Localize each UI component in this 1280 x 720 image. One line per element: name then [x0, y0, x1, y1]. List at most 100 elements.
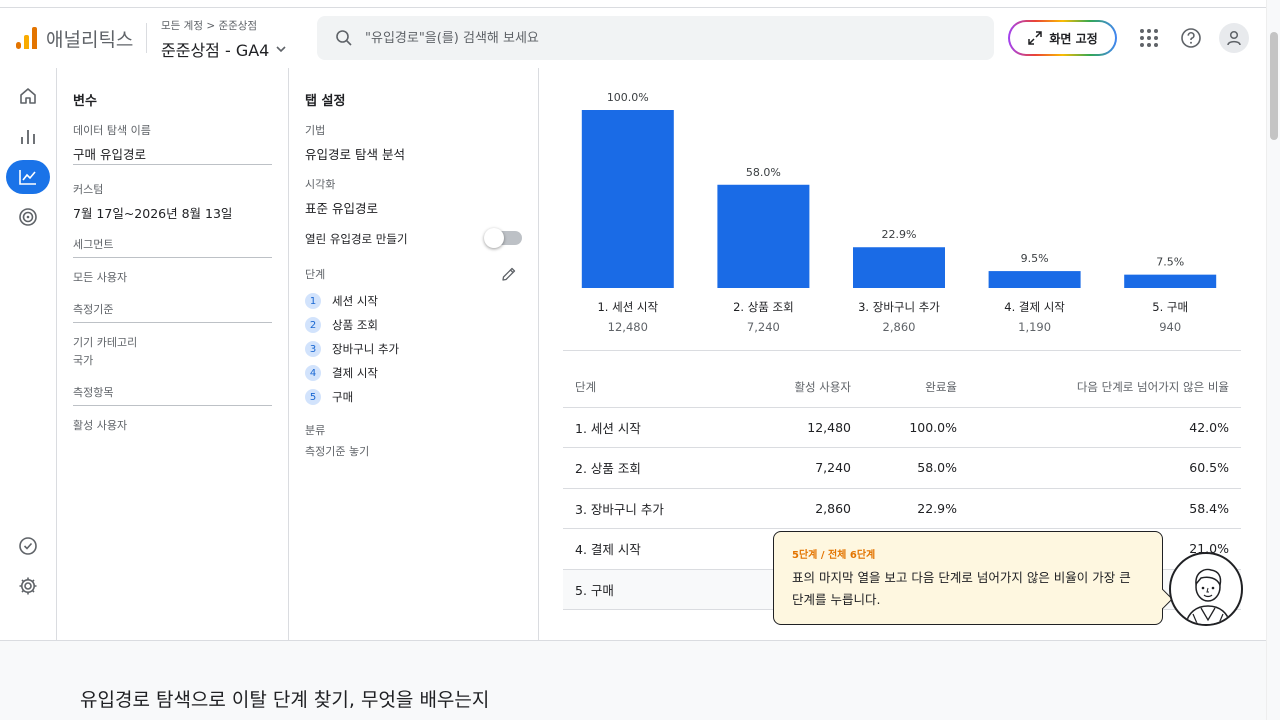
step-cell: 3. 장바구니 추가: [563, 488, 733, 529]
step-number: 4: [305, 365, 321, 381]
date-custom-label: 커스텀: [73, 183, 104, 196]
funnel-bar[interactable]: [717, 184, 810, 288]
table-row[interactable]: 2. 상품 조회 7,240 58.0% 60.5%: [563, 447, 1241, 489]
column-header[interactable]: 완료율: [863, 367, 969, 408]
technique-selector[interactable]: 유입경로 탐색 분석: [305, 144, 405, 163]
variables-panel: 변수 데이터 탐색 이름 구매 유입경로 커스텀 7월 17일~2026년 8월…: [57, 68, 289, 640]
bar-value-label: 9.5%: [1021, 252, 1049, 265]
category-label: 4. 결제 시작: [1004, 300, 1065, 314]
header-divider: [146, 23, 147, 53]
breakdown-dropzone[interactable]: 측정기준 놓기: [305, 443, 369, 459]
technique-label: 기법: [305, 124, 326, 137]
segments-heading: 세그먼트: [73, 238, 114, 251]
property-selector[interactable]: 준준상점 - GA4: [161, 37, 287, 61]
step-item[interactable]: 4 결제 시작: [305, 365, 378, 381]
step-label: 구매: [332, 390, 354, 404]
breakdown-label: 분류: [305, 424, 326, 437]
metric-item[interactable]: 활성 사용자: [73, 417, 127, 433]
bar-value-label: 100.0%: [607, 91, 649, 104]
help-icon[interactable]: [1179, 26, 1203, 50]
apps-icon[interactable]: [1137, 26, 1161, 50]
tutorial-tooltip: 5단계 / 전체 6단계 표의 마지막 열을 보고 다음 단계로 넘어가지 않은…: [773, 531, 1173, 625]
category-count: 940: [1159, 320, 1181, 334]
column-header[interactable]: 단계: [563, 367, 733, 408]
variables-title: 변수: [73, 94, 97, 109]
explore-icon: [19, 170, 36, 185]
step-label: 결제 시작: [332, 366, 378, 380]
step-number: 2: [305, 317, 321, 333]
tab-settings-panel: 탭 설정 기법 유입경로 탐색 분석 시각화 표준 유입경로 열린 유입경로 만…: [289, 68, 539, 640]
category-count: 1,190: [1018, 320, 1051, 334]
open-funnel-toggle[interactable]: [484, 228, 522, 248]
tutorial-message: 표의 마지막 열을 보고 다음 단계로 넘어가지 않은 비율이 가장 큰 단계를…: [792, 570, 1131, 607]
funnel-bar[interactable]: [853, 247, 945, 288]
search-bar[interactable]: [317, 16, 994, 60]
step-cell: 5. 구매: [563, 569, 733, 610]
step-item[interactable]: 3 장바구니 추가: [305, 341, 399, 357]
step-number: 5: [305, 389, 321, 405]
category-label: 5. 구매: [1152, 300, 1188, 314]
analytics-logo-icon[interactable]: [16, 27, 38, 49]
dimension-item[interactable]: 기기 카테고리: [73, 334, 137, 350]
category-count: 7,240: [747, 320, 780, 334]
users-cell: 12,480: [733, 407, 863, 448]
bar-value-label: 7.5%: [1156, 256, 1184, 269]
nav-home-button[interactable]: [6, 79, 50, 113]
category-count: 2,860: [883, 320, 916, 334]
step-item[interactable]: 2 상품 조회: [305, 317, 378, 333]
page-scrollbar[interactable]: [1266, 0, 1280, 720]
date-range-selector[interactable]: 7월 17일~2026년 8월 13일: [73, 203, 232, 222]
step-item[interactable]: 1 세션 시작: [305, 293, 378, 309]
abandon-cell: 58.4%: [969, 488, 1241, 529]
column-header[interactable]: 다음 단계로 넘어가지 않은 비율: [969, 367, 1241, 408]
step-cell: 4. 결제 시작: [563, 528, 733, 570]
divider: [73, 322, 272, 323]
breadcrumb[interactable]: 모든 계정 > 준준상점: [161, 18, 257, 33]
visualization-selector[interactable]: 표준 유입경로: [305, 198, 378, 217]
property-name: 준준상점 - GA4: [161, 41, 270, 60]
divider: [73, 405, 272, 406]
nav-reports-button[interactable]: [6, 120, 50, 154]
nav-settings-button[interactable]: [6, 569, 50, 603]
top-border: [0, 0, 1266, 8]
search-input[interactable]: [365, 26, 965, 50]
settings-icon: [19, 577, 37, 595]
table-row[interactable]: 3. 장바구니 추가 2,860 22.9% 58.4%: [563, 488, 1241, 529]
lesson-heading: 유입경로 탐색으로 이탈 단계 찾기, 무엇을 배우는지: [80, 689, 490, 711]
tab-settings-title: 탭 설정: [305, 94, 346, 109]
metrics-heading: 측정항목: [73, 386, 114, 399]
app-name[interactable]: 애널리틱스: [46, 25, 133, 52]
pin-screen-button[interactable]: 화면 고정: [1008, 20, 1117, 56]
step-label: 상품 조회: [332, 318, 378, 332]
nav-explore-button[interactable]: [6, 160, 50, 194]
account-icon[interactable]: [1219, 23, 1249, 53]
segment-item[interactable]: 모든 사용자: [73, 269, 127, 285]
insights-icon: [19, 537, 37, 555]
step-label: 장바구니 추가: [332, 342, 400, 356]
funnel-bar[interactable]: [1124, 274, 1217, 288]
divider: [73, 257, 272, 258]
completion-cell: 100.0%: [863, 407, 969, 448]
exploration-name-field[interactable]: 구매 유입경로: [73, 144, 146, 163]
column-header[interactable]: 활성 사용자: [733, 367, 863, 408]
users-cell: 2,860: [733, 488, 863, 529]
funnel-bar[interactable]: [988, 271, 1081, 288]
scrollbar-thumb[interactable]: [1270, 32, 1278, 140]
expand-icon: [1028, 31, 1043, 45]
nav-insights-button[interactable]: [6, 529, 50, 563]
bar-value-label: 22.9%: [882, 228, 917, 241]
tutorial-step-counter: 5단계 / 전체 6단계: [792, 550, 876, 561]
funnel-bar[interactable]: [581, 110, 674, 288]
step-cell: 2. 상품 조회: [563, 447, 733, 489]
visualization-label: 시각화: [305, 178, 336, 191]
dimensions-heading: 측정기준: [73, 303, 114, 316]
category-label: 3. 장바구니 추가: [858, 300, 940, 314]
app-header: 애널리틱스 모든 계정 > 준준상점 준준상점 - GA4 화면 고정: [0, 9, 1266, 67]
users-cell: 7,240: [733, 447, 863, 489]
abandon-cell: 42.0%: [969, 407, 1241, 448]
nav-advertising-button[interactable]: [6, 200, 50, 234]
dimension-item[interactable]: 국가: [73, 352, 93, 368]
table-row[interactable]: 1. 세션 시작 12,480 100.0% 42.0%: [563, 407, 1241, 448]
edit-steps-icon[interactable]: [501, 266, 517, 285]
step-item[interactable]: 5 구매: [305, 389, 353, 405]
